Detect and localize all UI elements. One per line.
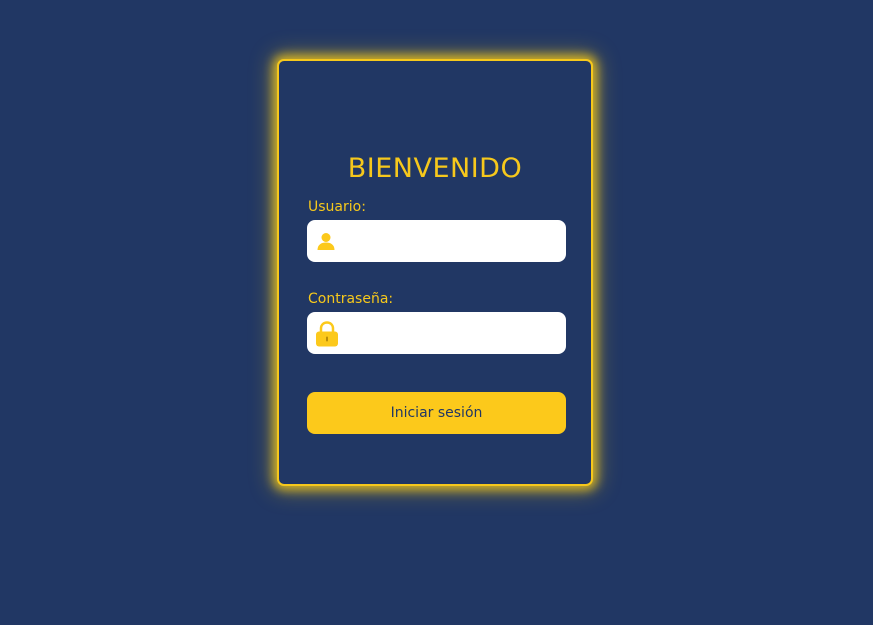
password-field-container — [307, 312, 566, 354]
username-field-container — [307, 220, 566, 262]
password-label: Contraseña: — [308, 291, 394, 307]
lock-icon — [316, 321, 338, 347]
login-card: BIENVENIDO Usuario: Contraseña: Iniciar … — [277, 59, 593, 486]
username-label: Usuario: — [308, 199, 366, 215]
login-title: BIENVENIDO — [347, 153, 523, 184]
login-button[interactable]: Iniciar sesión — [307, 392, 566, 434]
password-input[interactable] — [347, 312, 557, 354]
user-icon — [317, 233, 335, 250]
username-input[interactable] — [347, 220, 557, 262]
